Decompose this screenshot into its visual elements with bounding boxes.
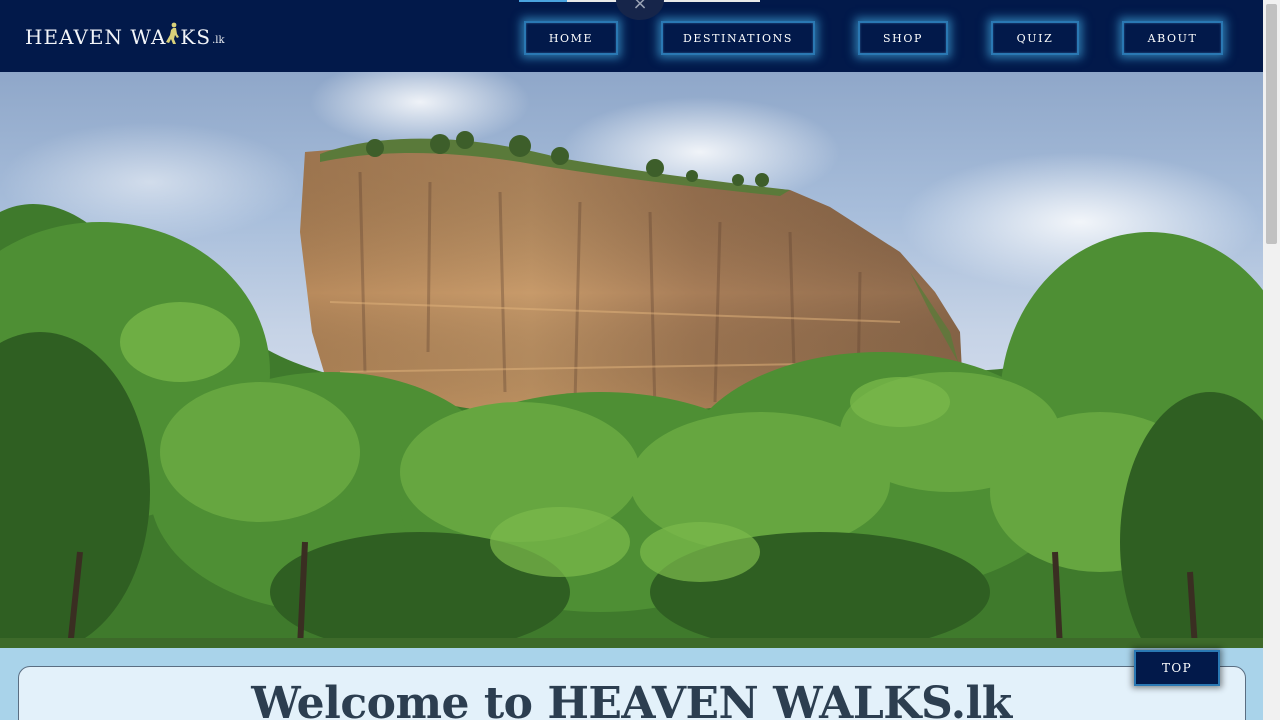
logo-tld: .lk — [212, 35, 225, 46]
hero-image — [0, 72, 1263, 648]
back-to-top-button[interactable]: TOP — [1134, 650, 1220, 686]
nav-home-button[interactable]: HOME — [524, 21, 618, 55]
nav-shop-button[interactable]: SHOP — [858, 21, 948, 55]
page-scrollbar[interactable] — [1263, 0, 1280, 720]
scrollbar-thumb[interactable] — [1266, 4, 1277, 244]
popup-progress-accent — [519, 0, 567, 2]
logo-walker-icon — [166, 22, 180, 52]
nav-quiz-button[interactable]: QUIZ — [991, 21, 1079, 55]
sigiriya-rock-illustration — [0, 72, 1263, 648]
nav-about-button[interactable]: ABOUT — [1122, 21, 1223, 55]
nav-destinations-button[interactable]: DESTINATIONS — [661, 21, 815, 55]
welcome-title: Welcome to HEAVEN WALKS.lk — [251, 678, 1012, 720]
logo-text-rest: KS — [180, 25, 212, 49]
logo-text-main: HEAVEN WA — [25, 25, 167, 49]
popup-close-icon[interactable]: × — [616, 0, 664, 20]
navbar: HEAVEN WA KS .lk HOME DESTINATIONS SHOP QU… — [0, 0, 1263, 72]
site-logo[interactable]: HEAVEN WA KS .lk — [25, 22, 225, 52]
